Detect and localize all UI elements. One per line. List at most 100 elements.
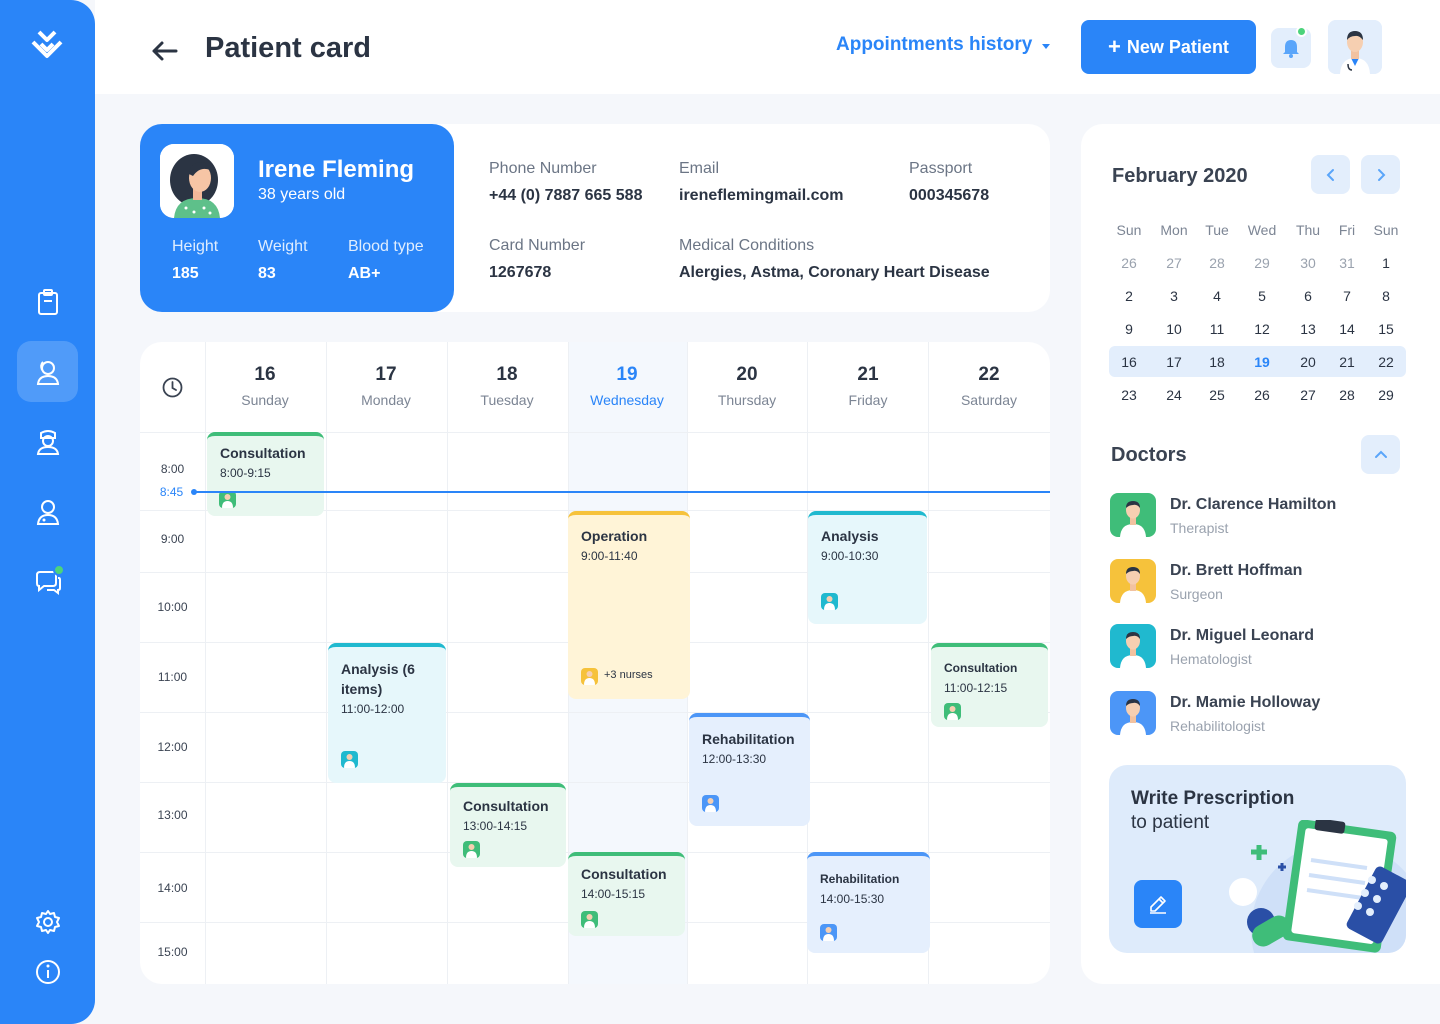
appointment-card[interactable]: Consultation 13:00-14:15 [450,783,566,867]
sidebar-item-info[interactable] [17,941,78,1002]
calendar-day[interactable]: 11 [1197,321,1237,337]
calendar-day[interactable]: 16 [1109,354,1149,370]
calendar-day[interactable]: 14 [1327,321,1367,337]
calendar-day[interactable]: 7 [1327,288,1367,304]
appointment-card[interactable]: Consultation 8:00-9:15 [207,432,324,516]
doctor-avatar-icon [820,924,837,941]
doctor-list-item[interactable]: Dr. Clarence Hamilton Therapist [1110,493,1370,539]
new-patient-button[interactable]: + New Patient [1081,20,1256,74]
calendar-day[interactable]: 27 [1154,255,1194,271]
height-label: Height [172,238,219,255]
calendar-day[interactable]: 28 [1327,387,1367,403]
calendar-day[interactable]: 9 [1109,321,1149,337]
appointment-title: Consultation [220,445,306,461]
appointment-card[interactable]: Analysis (6 items) 11:00-12:00 [328,643,446,783]
appointment-time: 13:00-14:15 [463,819,528,833]
day-header-friday[interactable]: 21 Friday [808,364,928,408]
calendar-day[interactable]: 4 [1197,288,1237,304]
email-value[interactable]: ireneflemingmail.com [679,187,844,205]
time-label: 9:00 [160,532,185,546]
calendar-month-title: February 2020 [1112,165,1248,187]
calendar-day[interactable]: 26 [1242,387,1282,403]
day-header-thursday[interactable]: 20 Thursday [687,364,807,408]
time-label: 10:00 [157,600,188,614]
notifications-button[interactable] [1271,26,1311,68]
doctor-list-item[interactable]: Dr. Miguel Leonard Hematologist [1110,624,1370,670]
appointments-history-dropdown[interactable]: Appointments history [836,34,1051,56]
calendar-day[interactable]: 30 [1288,255,1328,271]
calendar-day[interactable]: 8 [1366,288,1406,304]
calendar-day[interactable]: 18 [1197,354,1237,370]
calendar-day[interactable]: 13 [1288,321,1328,337]
calendar-day[interactable]: 29 [1366,387,1406,403]
gear-icon [35,909,60,934]
info-icon [35,959,60,984]
day-header-saturday[interactable]: 22 Saturday [929,364,1049,408]
calendar-day[interactable]: 27 [1288,387,1328,403]
plus-icon: + [1108,34,1121,59]
doctor-list-item[interactable]: Dr. Mamie Holloway Rehabilitologist [1110,691,1370,737]
appointment-card[interactable]: Rehabilitation 12:00-13:30 [689,713,810,826]
current-time-line [193,491,1050,493]
height-value: 185 [172,265,199,282]
pencil-icon [1150,896,1166,914]
appointment-card[interactable]: Consultation 11:00-12:15 [931,643,1048,727]
blood-type-label: Blood type [348,238,424,255]
doctors-collapse-button[interactable] [1361,435,1400,474]
calendar-day[interactable]: 1 [1366,255,1406,271]
calendar-day[interactable]: 24 [1154,387,1194,403]
calendar-day[interactable]: 12 [1242,321,1282,337]
doctor-list-item[interactable]: Dr. Brett Hoffman Surgeon [1110,559,1370,605]
calendar-day[interactable]: 6 [1288,288,1328,304]
appointment-card[interactable]: Operation 9:00-11:40 +3 nurses [568,511,690,699]
calendar-day[interactable]: 23 [1109,387,1149,403]
logo-icon[interactable] [29,26,65,62]
sidebar-item-messages[interactable] [17,551,78,612]
appointment-time: 12:00-13:30 [702,752,767,766]
calendar-day[interactable]: 3 [1154,288,1194,304]
calendar-day[interactable]: 25 [1197,387,1237,403]
calendar-day[interactable]: 29 [1242,255,1282,271]
calendar-day[interactable]: 22 [1366,354,1406,370]
write-prescription-card[interactable]: Write Prescription to patient [1109,765,1406,953]
sidebar-item-clipboard[interactable] [17,271,78,332]
calendar-day[interactable]: 5 [1242,288,1282,304]
prescription-illustration [1229,820,1406,953]
weekday-label: Sun [1373,222,1399,238]
calendar-day[interactable]: 19 [1242,354,1282,370]
day-header-sunday[interactable]: 16 Sunday [205,364,325,408]
notification-dot [53,564,65,576]
weekday-label: Sun [1116,222,1142,238]
back-arrow-icon[interactable] [150,38,180,64]
calendar-day[interactable]: 31 [1327,255,1367,271]
calendar-next-button[interactable] [1361,155,1400,194]
user-avatar[interactable] [1328,20,1382,74]
sidebar-item-patients[interactable] [17,341,78,402]
calendar-day[interactable]: 28 [1197,255,1237,271]
calendar-day[interactable]: 2 [1109,288,1149,304]
calendar-day[interactable]: 17 [1154,354,1194,370]
sidebar-item-nurses[interactable] [17,411,78,472]
calendar-day[interactable]: 21 [1327,354,1367,370]
appointment-card[interactable]: Consultation 14:00-15:15 [568,852,685,936]
grid-line [205,342,206,984]
write-prescription-button[interactable] [1134,880,1182,928]
weekday-label: Tue [1205,222,1229,238]
day-header-monday[interactable]: 17 Monday [326,364,446,408]
weekday-label: Thu [1295,222,1321,238]
page-title: Patient card [205,32,371,64]
calendar-day[interactable]: 10 [1154,321,1194,337]
appointment-title: Rehabilitation [820,872,900,886]
chevron-down-icon [1042,44,1051,49]
calendar-day[interactable]: 20 [1288,354,1328,370]
day-header-tuesday[interactable]: 18 Tuesday [447,364,567,408]
calendar-prev-button[interactable] [1311,155,1350,194]
day-header-wednesday[interactable]: 19 Wednesday [567,364,687,408]
calendar-day[interactable]: 26 [1109,255,1149,271]
sidebar-item-doctors[interactable] [17,481,78,542]
header: Patient card Appointments history + New … [95,0,1440,94]
day-number: 19 [616,364,638,385]
appointment-card[interactable]: Analysis 9:00-10:30 [808,511,927,624]
calendar-day[interactable]: 15 [1366,321,1406,337]
appointment-card[interactable]: Rehabilitation 14:00-15:30 [807,852,930,953]
